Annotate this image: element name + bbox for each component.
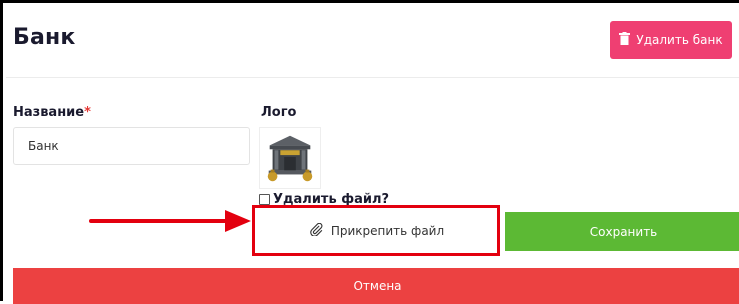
name-label: Название* <box>13 105 91 120</box>
trash-icon <box>619 32 631 48</box>
logo-label: Лого <box>261 105 297 120</box>
paperclip-icon <box>310 222 323 239</box>
cancel-button[interactable]: Отмена <box>13 268 739 304</box>
delete-file-checkbox[interactable] <box>259 194 270 205</box>
page-frame: Банк Удалить банк Название* Банк Лого Уд… <box>0 0 739 304</box>
delete-bank-button[interactable]: Удалить банк <box>610 21 732 59</box>
attach-file-button[interactable]: Прикрепить файл <box>259 212 495 250</box>
save-button[interactable]: Сохранить <box>505 212 739 251</box>
delete-bank-label: Удалить банк <box>636 33 723 47</box>
annotation-arrow-icon <box>89 210 251 232</box>
attach-file-label: Прикрепить файл <box>330 224 445 238</box>
delete-file-option[interactable]: Удалить файл? <box>259 192 389 207</box>
name-input[interactable]: Банк <box>13 127 250 165</box>
header-divider <box>6 77 739 78</box>
page-title: Банк <box>13 25 76 50</box>
required-mark: * <box>84 105 91 120</box>
delete-file-label: Удалить файл? <box>273 192 390 207</box>
logo-preview <box>259 127 321 189</box>
bank-logo-image <box>267 135 313 182</box>
